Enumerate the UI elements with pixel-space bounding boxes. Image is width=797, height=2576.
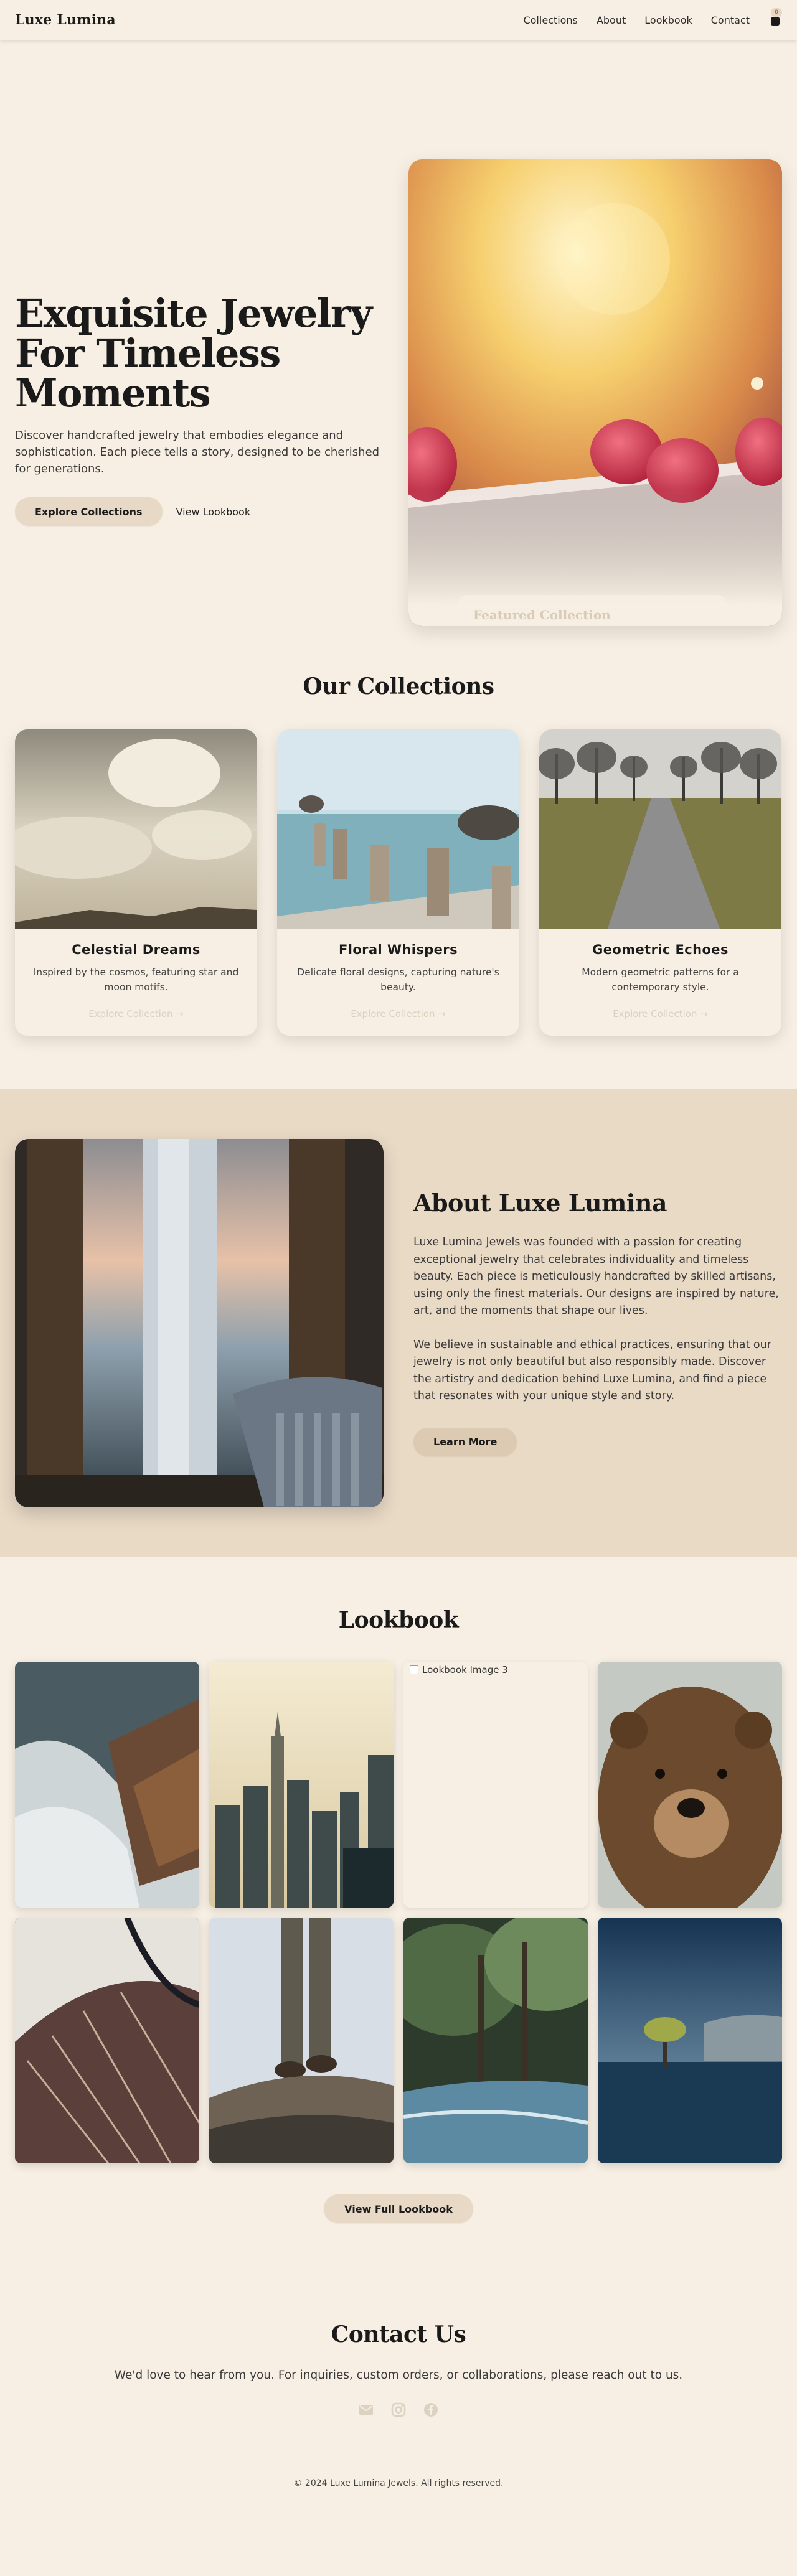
collection-name: Geometric Echoes xyxy=(592,942,729,957)
contact-text: We'd love to hear from you. For inquirie… xyxy=(114,2369,683,2382)
mail-icon[interactable] xyxy=(358,2402,374,2418)
collection-card-floral[interactable]: Floral Whispers Delicate floral designs,… xyxy=(277,729,519,1036)
celestial-clouds-image xyxy=(15,729,257,929)
hero-image: Featured Collection xyxy=(408,159,782,626)
collection-description: Delicate floral designs, capturing natur… xyxy=(297,967,499,993)
about-paragraph-2: We believe in sustainable and ethical pr… xyxy=(413,1338,771,1403)
collection-card-geometric[interactable]: Geometric Echoes Modern geometric patter… xyxy=(539,729,781,1036)
lookbook-image-5[interactable] xyxy=(15,1918,199,2163)
explore-collections-button[interactable]: Explore Collections xyxy=(15,497,163,526)
about-section: About Luxe Lumina Luxe Lumina Jewels was… xyxy=(0,1089,797,1557)
ocean-waves-image xyxy=(15,1662,199,1908)
collection-name: Celestial Dreams xyxy=(72,942,200,957)
collections-title: Our Collections xyxy=(303,673,494,700)
city-skyline-image xyxy=(209,1662,394,1908)
view-full-lookbook-button[interactable]: View Full Lookbook xyxy=(324,2194,473,2223)
hero-subtitle: Discover handcrafted jewelry that embodi… xyxy=(15,429,380,475)
about-text: About Luxe Lumina Luxe Lumina Jewels was… xyxy=(413,1189,782,1456)
cart-count-badge: 0 xyxy=(771,8,782,17)
nav-link-lookbook[interactable]: Lookbook xyxy=(644,14,692,26)
nav-link-collections[interactable]: Collections xyxy=(523,14,577,26)
contact-title: Contact Us xyxy=(331,2321,466,2348)
instagram-icon[interactable] xyxy=(390,2402,407,2418)
shopping-bag-icon xyxy=(771,17,780,26)
about-title: About Luxe Lumina xyxy=(413,1189,667,1217)
tree-path-image xyxy=(539,729,781,929)
cart-button[interactable]: 0 xyxy=(768,8,782,27)
lookbook-section: Lookbook Lookbook Image 3 View Full Look… xyxy=(0,1557,797,2259)
broken-image-placeholder: Lookbook Image 3 xyxy=(410,1664,508,1675)
explore-collection-link[interactable]: Explore Collection → xyxy=(613,1008,708,1019)
broken-image-alt-text: Lookbook Image 3 xyxy=(422,1664,508,1675)
social-links xyxy=(0,2402,797,2418)
hero-title: Exquisite Jewelry For Timeless Moments xyxy=(15,294,395,413)
copyright-text: © 2024 Luxe Lumina Jewels. All rights re… xyxy=(293,2478,504,2488)
collections-section: Our Collections Celestial Dreams Inspire… xyxy=(0,600,797,1089)
hero-title-line-2: For Timeless Moments xyxy=(15,330,281,416)
nav-link-about[interactable]: About xyxy=(597,14,626,26)
pier-pelicans-image xyxy=(277,729,519,929)
collection-card-celestial[interactable]: Celestial Dreams Inspired by the cosmos,… xyxy=(15,729,257,1036)
explore-collection-link[interactable]: Explore Collection → xyxy=(351,1008,446,1019)
lookbook-image-4[interactable] xyxy=(598,1662,782,1908)
lake-tree-image xyxy=(598,1918,782,2163)
about-paragraph-1: Luxe Lumina Jewels was founded with a pa… xyxy=(413,1236,779,1317)
bear-image xyxy=(598,1662,782,1908)
lookbook-grid: Lookbook Image 3 xyxy=(15,1662,782,2163)
facebook-icon[interactable] xyxy=(423,2402,439,2418)
nav-links: Collections About Lookbook Contact 0 xyxy=(523,8,782,27)
contact-section: Contact Us We'd love to hear from you. F… xyxy=(0,2259,797,2576)
collection-name: Floral Whispers xyxy=(339,942,458,957)
lookbook-image-3[interactable]: Lookbook Image 3 xyxy=(403,1662,588,1908)
lookbook-image-1[interactable] xyxy=(15,1662,199,1908)
explore-collection-link[interactable]: Explore Collection → xyxy=(88,1008,184,1019)
learn-more-button[interactable]: Learn More xyxy=(413,1427,517,1456)
lookbook-image-2[interactable] xyxy=(209,1662,394,1908)
hero-actions: Explore Collections View Lookbook xyxy=(15,497,395,526)
window-chair-image xyxy=(15,1139,384,1507)
top-nav: Luxe Lumina Collections About Lookbook C… xyxy=(0,0,797,40)
nav-link-contact[interactable]: Contact xyxy=(711,14,750,26)
collection-cards: Celestial Dreams Inspired by the cosmos,… xyxy=(15,729,781,1036)
lookbook-title: Lookbook xyxy=(338,1607,459,1633)
lookbook-image-7[interactable] xyxy=(403,1918,588,2163)
hero-text: Exquisite Jewelry For Timeless Moments D… xyxy=(15,294,395,526)
lookbook-image-6[interactable] xyxy=(209,1918,394,2163)
collection-description: Modern geometric patterns for a contempo… xyxy=(582,967,739,993)
brand-logo[interactable]: Luxe Lumina xyxy=(15,12,116,28)
lookbook-image-8[interactable] xyxy=(598,1918,782,2163)
hero-section: Exquisite Jewelry For Timeless Moments D… xyxy=(0,40,797,626)
view-lookbook-link[interactable]: View Lookbook xyxy=(176,506,251,518)
hero-title-line-1: Exquisite Jewelry xyxy=(15,291,372,336)
collection-description: Inspired by the cosmos, featuring star a… xyxy=(33,967,239,993)
broken-image-icon xyxy=(410,1665,418,1674)
library-image xyxy=(15,1918,199,2163)
forest-stream-image xyxy=(403,1918,588,2163)
about-image xyxy=(15,1139,384,1507)
hiker-legs-image xyxy=(209,1918,394,2163)
